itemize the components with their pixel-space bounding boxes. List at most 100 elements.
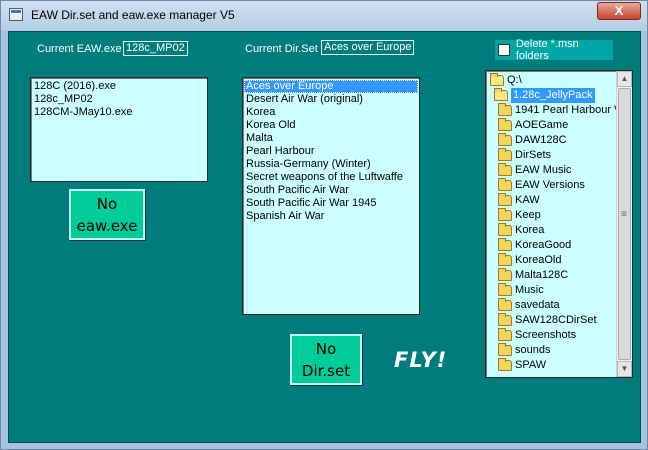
folder-tree-item[interactable]: savedata	[486, 298, 616, 313]
delete-msn-folders-label: Delete *.msn folders	[515, 38, 579, 62]
dirset-list-item[interactable]: Spanish Air War	[244, 210, 418, 223]
folder-name: Q:\	[507, 74, 522, 86]
folder-tree-item[interactable]: KoreaGood	[486, 238, 616, 253]
folder-name: SAW128CDirSet	[515, 314, 597, 326]
folder-icon	[498, 118, 512, 131]
app-window-icon[interactable]	[9, 8, 23, 21]
folder-name: KAW	[515, 194, 540, 206]
exe-listbox[interactable]: 128C (2016).exe 128c_MP02 128CM-JMay10.exe	[30, 77, 208, 182]
folder-name: AOEGame	[515, 119, 569, 131]
exe-list-item[interactable]: 128C (2016).exe	[32, 80, 206, 93]
folder-icon	[498, 223, 512, 236]
no-dirset-button-line2: Dir.set	[301, 362, 351, 380]
folder-icon	[498, 133, 512, 146]
no-exe-button[interactable]: No eaw.exe	[69, 189, 145, 240]
no-exe-button-line2: eaw.exe	[76, 217, 138, 235]
folder-tree-item[interactable]: 1941 Pearl Harbour V	[486, 103, 621, 118]
scroll-up-arrow-icon[interactable]: ▲	[617, 71, 632, 87]
folder-name: SPAW	[515, 359, 547, 371]
dirset-list-item[interactable]: Korea Old	[244, 119, 418, 132]
dirset-list-item[interactable]: Pearl Harbour	[244, 145, 418, 158]
folder-tree-item[interactable]: Keep	[486, 208, 616, 223]
folder-icon	[498, 328, 512, 341]
folder-tree-item[interactable]: Korea	[486, 223, 616, 238]
folder-icon	[498, 148, 512, 161]
folder-name: EAW Music	[515, 164, 572, 176]
folder-icon	[498, 358, 512, 371]
folder-icon	[490, 73, 504, 86]
folder-icon	[494, 88, 508, 101]
no-exe-button-line1: No	[96, 195, 118, 213]
folder-tree-item[interactable]: KAW	[486, 193, 616, 208]
dirset-list-item[interactable]: South Pacific Air War 1945	[244, 197, 418, 210]
folder-tree-item[interactable]: Malta128C	[486, 268, 616, 283]
folder-icon	[498, 343, 512, 356]
client-area: Current EAW.exe 128c_MP02 Current Dir.Se…	[8, 31, 641, 443]
folder-name: KoreaOld	[515, 254, 562, 266]
folder-icon	[498, 178, 512, 191]
folder-tree-item[interactable]: Q:\	[486, 73, 616, 88]
folder-name: DirSets	[515, 149, 552, 161]
folder-name: EAW Versions	[515, 179, 585, 191]
folder-tree-item[interactable]: Screenshots	[486, 328, 616, 343]
title-bar[interactable]: EAW Dir.set and eaw.exe manager V5 X	[1, 1, 647, 31]
no-dirset-button-line1: No	[315, 340, 337, 358]
dirset-list-item[interactable]: South Pacific Air War	[244, 184, 418, 197]
window-title: EAW Dir.set and eaw.exe manager V5	[31, 8, 235, 22]
fly-button[interactable]: FLY!	[394, 348, 447, 372]
current-exe-value: 128c_MP02	[123, 41, 188, 56]
folder-name: savedata	[515, 299, 560, 311]
folder-icon	[498, 268, 512, 281]
folder-tree-item[interactable]: DAW128C	[486, 133, 616, 148]
folder-icon	[498, 208, 512, 221]
no-dirset-button[interactable]: No Dir.set	[290, 334, 362, 385]
folder-icon	[498, 283, 512, 296]
folder-tree-item[interactable]: AOEGame	[486, 118, 616, 133]
folder-tree-item[interactable]: DirSets	[486, 148, 616, 163]
current-dirset-value: Aces over Europe	[321, 40, 415, 55]
dirset-list-item[interactable]: Secret weapons of the Luftwaffe	[244, 171, 418, 184]
folder-icon	[498, 238, 512, 251]
exe-list-item[interactable]: 128CM-JMay10.exe	[32, 106, 206, 119]
delete-msn-folders-checkbox[interactable]: Delete *.msn folders	[495, 38, 613, 62]
folder-tree-item[interactable]: SPAW	[486, 358, 616, 373]
folder-name: DAW128C	[515, 134, 567, 146]
folder-icon	[498, 313, 512, 326]
folder-name: Keep	[515, 209, 541, 221]
folder-icon	[498, 298, 512, 311]
folder-tree-item[interactable]: Music	[486, 283, 616, 298]
folder-tree-item[interactable]: EAW Music	[486, 163, 616, 178]
folder-name: KoreaGood	[515, 239, 572, 251]
folder-name: Korea	[515, 224, 545, 236]
folder-tree-item[interactable]: EAW Versions	[486, 178, 616, 193]
folder-tree[interactable]: Q:\ 1.28c_JellyPack 1941 Pearl Harbour V AO…	[485, 70, 633, 378]
folder-tree-item[interactable]: KoreaOld	[486, 253, 616, 268]
folder-icon	[498, 253, 512, 266]
folder-name: 1941 Pearl Harbour V	[515, 104, 622, 116]
dirset-list-item[interactable]: Korea	[244, 106, 418, 119]
folder-name: sounds	[515, 344, 551, 356]
folder-name: Malta128C	[515, 269, 569, 281]
dirset-list-item[interactable]: Russia-Germany (Winter)	[244, 158, 418, 171]
scrollbar-thumb[interactable]	[618, 88, 631, 360]
folder-tree-scrollbar[interactable]: ▲ ▼	[616, 71, 632, 377]
app-window: EAW Dir.set and eaw.exe manager V5 X Cur…	[0, 0, 648, 450]
dirset-list-item[interactable]: Aces over Europe	[244, 80, 418, 93]
checkbox-box[interactable]	[498, 44, 510, 56]
scroll-down-arrow-icon[interactable]: ▼	[617, 361, 632, 377]
current-dirset-label: Current Dir.Set	[245, 43, 318, 55]
close-button[interactable]: X	[597, 2, 641, 20]
folder-tree-item[interactable]: 1.28c_JellyPack	[486, 88, 616, 103]
current-exe-label: Current EAW.exe	[37, 43, 122, 55]
folder-icon	[498, 163, 512, 176]
folder-icon	[498, 103, 512, 116]
dirset-list-item[interactable]: Desert Air War (original)	[244, 93, 418, 106]
folder-icon	[498, 193, 512, 206]
exe-list-item[interactable]: 128c_MP02	[32, 93, 206, 106]
dirset-list-item[interactable]: Malta	[244, 132, 418, 145]
folder-name: Screenshots	[515, 329, 577, 341]
folder-tree-item[interactable]: sounds	[486, 343, 616, 358]
folder-name: Music	[515, 284, 544, 296]
folder-tree-item[interactable]: SAW128CDirSet	[486, 313, 616, 328]
dirset-listbox[interactable]: Aces over Europe Desert Air War (original…	[242, 77, 420, 315]
